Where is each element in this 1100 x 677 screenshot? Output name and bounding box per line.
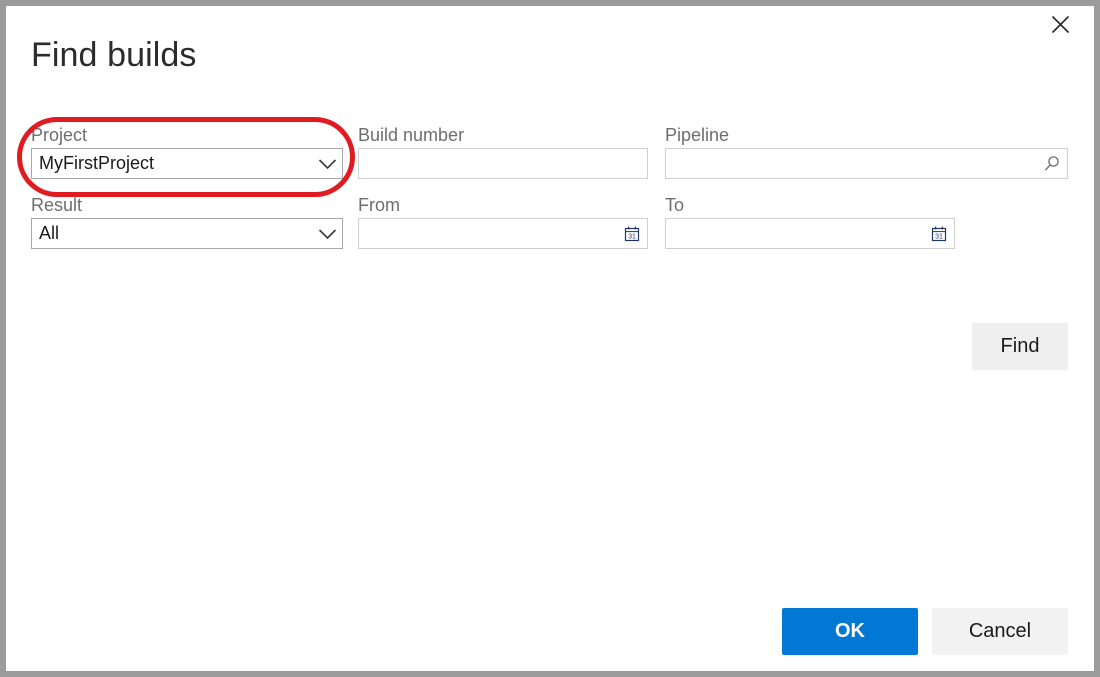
field-from: From 31 — [358, 194, 648, 249]
field-build-number: Build number — [358, 124, 648, 179]
calendar-day-number: 31 — [628, 233, 636, 240]
calendar-day-number: 31 — [935, 233, 943, 240]
chevron-down-icon[interactable] — [312, 149, 342, 178]
chevron-down-icon[interactable] — [312, 219, 342, 248]
result-combobox[interactable]: All — [31, 218, 343, 249]
calendar-icon[interactable]: 31 — [924, 219, 954, 248]
page-title: Find builds — [31, 33, 197, 77]
pipeline-field[interactable] — [665, 148, 1068, 179]
ok-button[interactable]: OK — [782, 608, 918, 655]
build-number-input[interactable] — [359, 150, 647, 177]
field-to: To 31 — [665, 194, 955, 249]
result-combobox-value: All — [32, 219, 312, 248]
calendar-icon[interactable]: 31 — [617, 219, 647, 248]
build-number-field[interactable] — [358, 148, 648, 179]
find-builds-dialog-window: Find builds Project MyFirstProject Build… — [0, 0, 1100, 677]
project-combobox[interactable]: MyFirstProject — [31, 148, 343, 179]
to-date-field[interactable]: 31 — [665, 218, 955, 249]
footer-actions: OK Cancel — [6, 602, 1094, 662]
field-label-build-number: Build number — [358, 124, 648, 148]
close-icon — [1051, 15, 1070, 34]
cancel-button[interactable]: Cancel — [932, 608, 1068, 655]
from-date-field[interactable]: 31 — [358, 218, 648, 249]
to-date-input[interactable] — [666, 220, 924, 247]
dialog-surface: Find builds Project MyFirstProject Build… — [6, 6, 1094, 671]
field-label-pipeline: Pipeline — [665, 124, 1068, 148]
field-label-from: From — [358, 194, 648, 218]
project-combobox-value: MyFirstProject — [32, 149, 312, 178]
field-label-project: Project — [31, 124, 343, 148]
field-pipeline: Pipeline — [665, 124, 1068, 179]
field-project: Project MyFirstProject — [31, 124, 343, 179]
find-button[interactable]: Find — [972, 323, 1068, 370]
field-result: Result All — [31, 194, 343, 249]
field-label-to: To — [665, 194, 955, 218]
close-button[interactable] — [1038, 8, 1082, 40]
search-icon[interactable] — [1037, 149, 1067, 178]
field-label-result: Result — [31, 194, 343, 218]
pipeline-input[interactable] — [666, 150, 1037, 177]
from-date-input[interactable] — [359, 220, 617, 247]
